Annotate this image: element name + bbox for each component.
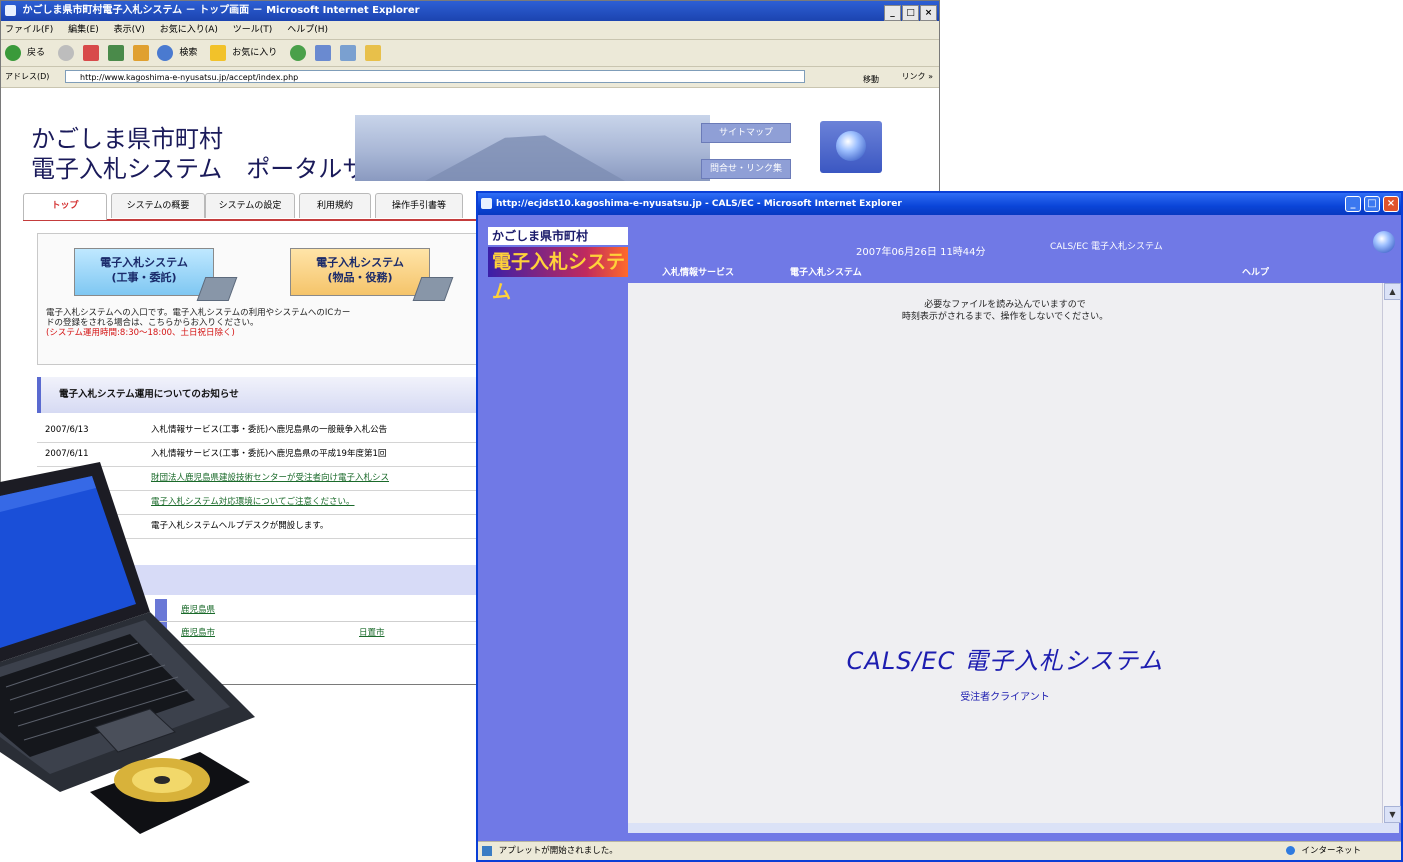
news-text: 入札情報サービス(工事・委託)へ鹿児島県の一般競争入札公告 <box>151 425 388 435</box>
minimize-button[interactable]: _ <box>884 5 901 21</box>
status-text: アプレットが開始されました。 <box>498 846 618 856</box>
goods-ebid-label: 電子入札システム <box>316 256 404 269</box>
address-bar: アドレス(D) http://www.kagoshima-e-nyusatsu.… <box>1 67 939 88</box>
calsec-nav: 入札情報サービス 電子入札システム ヘルプ <box>628 263 1398 283</box>
sitemap-button[interactable]: サイトマップ <box>701 123 791 143</box>
search-button-label[interactable]: 検索 <box>179 48 197 58</box>
browser-toolbar: 戻る 検索 お気に入り <box>1 40 939 67</box>
menu-tools[interactable]: ツール(T) <box>233 25 273 35</box>
address-input[interactable]: http://www.kagoshima-e-nyusatsu.jp/accep… <box>65 70 805 83</box>
close-button[interactable]: × <box>1383 196 1399 212</box>
municipality-link[interactable]: 日置市 <box>359 622 385 644</box>
cd-disc-hole <box>154 776 170 784</box>
links-button[interactable]: リンク » <box>902 67 933 87</box>
menu-favorites[interactable]: お気に入り(A) <box>160 25 218 35</box>
construction-ebid-label: 電子入札システム <box>100 256 188 269</box>
loading-message: 必要なファイルを読み込んでいますので 時刻表示がされるまで、操作をしないでくださ… <box>628 299 1382 323</box>
applet-status-icon <box>482 845 492 856</box>
back-arrow-icon[interactable] <box>5 44 21 61</box>
menu-edit[interactable]: 編集(E) <box>68 25 99 35</box>
entry-description-line2: ドの登録をされる場合は、こちらからお入りください。 <box>46 318 259 328</box>
loading-line2: 時刻表示がされるまで、操作をしないでください。 <box>901 312 1109 322</box>
search-icon[interactable] <box>157 44 174 61</box>
home-icon[interactable] <box>132 44 149 61</box>
internet-zone-icon <box>1285 846 1295 855</box>
tab-manuals[interactable]: 操作手引書等 <box>375 193 463 218</box>
construction-ebid-button[interactable]: 電子入札システム (工事・委託) <box>74 248 238 301</box>
zone-label: インターネット <box>1301 846 1361 856</box>
folder-icon[interactable] <box>364 44 381 61</box>
vertical-scrollbar[interactable]: ▲ ▼ <box>1382 283 1401 823</box>
mountain-peak <box>425 135 625 181</box>
nav-bid-info-service[interactable]: 入札情報サービス <box>662 263 734 283</box>
scroll-down-arrow-icon[interactable]: ▼ <box>1384 806 1401 823</box>
operating-hours: (システム運用時間:8:30～18:00、土日祝日除く) <box>46 328 235 338</box>
tab-terms[interactable]: 利用規約 <box>299 193 371 218</box>
construction-ebid-sub: (工事・委託) <box>111 271 177 284</box>
favorites-button-label[interactable]: お気に入り <box>232 48 277 58</box>
datetime-display: 2007年06月26日 11時44分 <box>856 247 986 258</box>
maximize-button[interactable]: □ <box>902 5 919 21</box>
star-icon[interactable] <box>210 44 227 61</box>
portal-logo <box>820 121 882 173</box>
mountain-banner-image <box>355 115 710 181</box>
refresh-icon[interactable] <box>107 44 124 61</box>
laptop-illustration <box>0 462 255 834</box>
tab-settings[interactable]: システムの設定 <box>205 193 295 218</box>
menu-help[interactable]: ヘルプ(H) <box>287 25 328 35</box>
applet-content-area: 必要なファイルを読み込んでいますので 時刻表示がされるまで、操作をしないでくださ… <box>628 283 1382 823</box>
entry-description-line1: 電子入札システムへの入口です。電子入札システムの利用やシステムへのICカー <box>46 308 351 318</box>
menu-view[interactable]: 表示(V) <box>114 25 145 35</box>
calsec-window-title: http://ecjdst10.kagoshima-e-nyusatsu.jp … <box>496 199 902 209</box>
mail-icon[interactable] <box>315 44 332 61</box>
go-button[interactable]: 移動 <box>863 70 879 90</box>
back-button-label[interactable]: 戻る <box>27 48 45 58</box>
ie-icon <box>481 198 492 209</box>
tab-top[interactable]: トップ <box>23 193 107 220</box>
maximize-button[interactable]: □ <box>1364 196 1380 212</box>
contact-links-button[interactable]: 問合せ・リンク集 <box>701 159 791 179</box>
security-zone: インターネット <box>1285 842 1361 860</box>
calsec-window-titlebar[interactable]: http://ecjdst10.kagoshima-e-nyusatsu.jp … <box>478 193 1401 215</box>
portal-window-title: かごしま県市町村電子入札システム － トップ画面 － Microsoft Int… <box>22 5 420 16</box>
goods-ebid-button[interactable]: 電子入札システム (物品・役務) <box>290 248 454 301</box>
news-date: 2007/6/13 <box>45 425 89 435</box>
computer-icon <box>412 277 454 301</box>
horizontal-bar <box>628 823 1399 833</box>
menu-bar: ファイル(F) 編集(E) 表示(V) お気に入り(A) ツール(T) ヘルプ(… <box>1 21 939 40</box>
print-icon[interactable] <box>339 44 356 61</box>
stop-icon[interactable] <box>82 44 99 61</box>
globe-icon <box>836 131 866 161</box>
loading-line1: 必要なファイルを読み込んでいますので <box>924 300 1086 310</box>
history-icon[interactable] <box>290 44 307 61</box>
portal-window-titlebar[interactable]: かごしま県市町村電子入札システム － トップ画面 － Microsoft Int… <box>1 1 939 21</box>
main-title: CALS/EC 電子入札システム <box>846 647 1164 675</box>
forward-arrow-icon[interactable] <box>57 44 74 61</box>
scroll-up-arrow-icon[interactable]: ▲ <box>1384 283 1401 300</box>
nav-ebid-system[interactable]: 電子入札システム <box>790 263 862 283</box>
goods-ebid-sub: (物品・役務) <box>327 271 393 284</box>
client-subtitle: 受注者クライアント <box>960 692 1050 703</box>
portal-header: かごしま県市町村 電子入札システム ポータルサイト サイトマップ 問合せ・リンク… <box>15 109 925 187</box>
computer-icon <box>196 277 238 301</box>
status-bar: アプレットが開始されました。 インターネット <box>478 841 1401 860</box>
nav-help[interactable]: ヘルプ <box>1242 263 1269 283</box>
entry-description: 電子入札システムへの入口です。電子入札システムの利用やシステムへのICカー ドの… <box>46 308 486 338</box>
close-button[interactable]: × <box>920 5 937 21</box>
address-label: アドレス(D) <box>5 72 50 81</box>
menu-file[interactable]: ファイル(F) <box>5 25 53 35</box>
calsec-browser-window: http://ecjdst10.kagoshima-e-nyusatsu.jp … <box>476 191 1403 862</box>
tab-overview[interactable]: システムの概要 <box>111 193 205 218</box>
globe-icon <box>1373 231 1395 253</box>
calsec-logo-line2: 電子入札システム <box>488 247 628 303</box>
ie-icon <box>5 4 16 16</box>
system-name: CALS/EC 電子入札システム <box>1050 242 1163 252</box>
minimize-button[interactable]: _ <box>1345 196 1361 212</box>
calsec-logo-line1: かごしま県市町村 <box>488 227 628 245</box>
calsec-logo: かごしま県市町村 電子入札システム <box>484 225 628 303</box>
